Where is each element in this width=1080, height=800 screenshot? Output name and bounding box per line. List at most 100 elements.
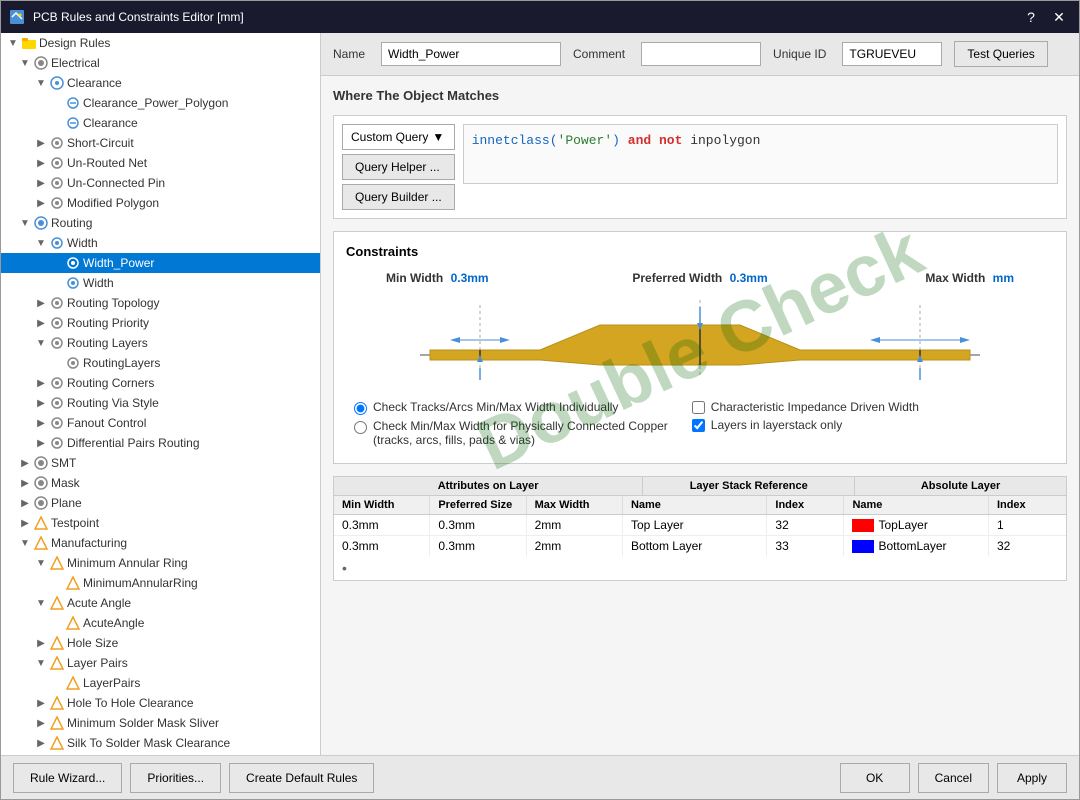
- where-controls: Custom Query ▼ Query Helper ... Query Bu…: [342, 124, 455, 210]
- tree-item-label: Routing Priority: [67, 316, 149, 330]
- tree-item-un-routed-net[interactable]: ▶ Un-Routed Net: [1, 153, 320, 173]
- rule-wizard-button[interactable]: Rule Wizard...: [13, 763, 122, 793]
- checkbox-layers-only-input[interactable]: [692, 419, 705, 432]
- tree-item-routing[interactable]: ▼ Routing: [1, 213, 320, 233]
- expand-icon[interactable]: ▶: [33, 175, 49, 191]
- tree-item-acute-angle-item[interactable]: AcuteAngle: [1, 613, 320, 633]
- tree-item-testpoint[interactable]: ▶ Testpoint: [1, 513, 320, 533]
- topology-icon: [49, 295, 65, 311]
- expand-icon[interactable]: ▶: [17, 455, 33, 471]
- corners-icon: [49, 375, 65, 391]
- bottom-bar: Rule Wizard... Priorities... Create Defa…: [1, 755, 1079, 799]
- expand-icon[interactable]: ▶: [17, 515, 33, 531]
- expand-icon[interactable]: ▶: [17, 495, 33, 511]
- tree-item-hole-size[interactable]: ▶ Hole Size: [1, 633, 320, 653]
- tree-item-label: Silk To Solder Mask Clearance: [67, 736, 230, 750]
- where-section: Where The Object Matches Custom Query ▼ …: [333, 88, 1067, 219]
- unconnected-icon: [49, 175, 65, 191]
- priorities-button[interactable]: Priorities...: [130, 763, 221, 793]
- expand-icon[interactable]: ▶: [33, 135, 49, 151]
- tree-item-minimum-annular-ring-item[interactable]: MinimumAnnularRing: [1, 573, 320, 593]
- help-button[interactable]: ?: [1019, 7, 1043, 27]
- tree-item-label: AcuteAngle: [83, 616, 144, 630]
- tree-item-mask[interactable]: ▶ Mask: [1, 473, 320, 493]
- expand-icon[interactable]: ▶: [17, 475, 33, 491]
- tree-item-routing-corners[interactable]: ▶ Routing Corners: [1, 373, 320, 393]
- expand-icon[interactable]: ▶: [33, 315, 49, 331]
- expand-icon[interactable]: ▶: [33, 375, 49, 391]
- tree-item-electrical[interactable]: ▼ Electrical: [1, 53, 320, 73]
- expand-icon[interactable]: ▼: [17, 535, 33, 551]
- expand-icon[interactable]: ▶: [33, 695, 49, 711]
- tree-item-routing-priority[interactable]: ▶ Routing Priority: [1, 313, 320, 333]
- tree-item-minimum-annular-ring[interactable]: ▼ Minimum Annular Ring: [1, 553, 320, 573]
- tree-item-acute-angle[interactable]: ▼ Acute Angle: [1, 593, 320, 613]
- tree-item-layer-pairs-item[interactable]: LayerPairs: [1, 673, 320, 693]
- tree-item-width-default[interactable]: Width: [1, 273, 320, 293]
- tree-item-routing-layers-item[interactable]: RoutingLayers: [1, 353, 320, 373]
- apply-button[interactable]: Apply: [997, 763, 1067, 793]
- tree-item-clearance-power-polygon[interactable]: Clearance_Power_Polygon: [1, 93, 320, 113]
- main-content: ▼ Design Rules ▼ Electrical: [1, 33, 1079, 755]
- tree-item-minimum-solder-mask-sliver[interactable]: ▶ Minimum Solder Mask Sliver: [1, 713, 320, 733]
- tree-item-layer-pairs[interactable]: ▼ Layer Pairs: [1, 653, 320, 673]
- tree-scroll[interactable]: ▼ Design Rules ▼ Electrical: [1, 33, 320, 755]
- preferred-width-label-area: Preferred Width 0.3mm: [632, 271, 767, 285]
- tree-item-routing-via-style[interactable]: ▶ Routing Via Style: [1, 393, 320, 413]
- rule-icon: [65, 95, 81, 111]
- expand-icon[interactable]: ▼: [33, 655, 49, 671]
- tree-item-width-power[interactable]: Width_Power: [1, 253, 320, 273]
- expand-icon[interactable]: ▼: [33, 335, 49, 351]
- expand-icon[interactable]: ▶: [33, 155, 49, 171]
- expand-icon[interactable]: ▼: [33, 75, 49, 91]
- test-queries-button[interactable]: Test Queries: [954, 41, 1047, 67]
- tree-item-plane[interactable]: ▶ Plane: [1, 493, 320, 513]
- tree-item-silk-to-solder-mask-clearance[interactable]: ▶ Silk To Solder Mask Clearance: [1, 733, 320, 753]
- comment-input[interactable]: [641, 42, 761, 66]
- expand-icon[interactable]: ▼: [33, 235, 49, 251]
- tree-item-modified-polygon[interactable]: ▶ Modified Polygon: [1, 193, 320, 213]
- expand-icon[interactable]: ▶: [33, 735, 49, 751]
- expand-icon[interactable]: ▶: [33, 295, 49, 311]
- tree-item-fanout-control[interactable]: ▶ Fanout Control: [1, 413, 320, 433]
- custom-query-dropdown[interactable]: Custom Query ▼: [342, 124, 455, 150]
- name-input[interactable]: [381, 42, 561, 66]
- tree-item-clearance[interactable]: Clearance: [1, 113, 320, 133]
- tree-item-smt[interactable]: ▶ SMT: [1, 453, 320, 473]
- width-icon: [49, 235, 65, 251]
- expand-icon[interactable]: ▼: [5, 35, 21, 51]
- expand-icon[interactable]: ▼: [33, 595, 49, 611]
- tree-item-width-group[interactable]: ▼ Width: [1, 233, 320, 253]
- tree-item-design-rules[interactable]: ▼ Design Rules: [1, 33, 320, 53]
- expand-icon[interactable]: ▶: [33, 635, 49, 651]
- tree-item-differential-pairs[interactable]: ▶ Differential Pairs Routing: [1, 433, 320, 453]
- tree-item-silk-to-silk-clearance[interactable]: ▶ Silk To Silk Clearance: [1, 753, 320, 755]
- radio-check-connected[interactable]: [354, 421, 367, 434]
- expand-icon[interactable]: ▶: [33, 415, 49, 431]
- query-helper-button[interactable]: Query Helper ...: [342, 154, 455, 180]
- expand-icon[interactable]: ▼: [33, 555, 49, 571]
- query-builder-button[interactable]: Query Builder ...: [342, 184, 455, 210]
- electrical-icon: [33, 55, 49, 71]
- sub-header-abs-index: Index: [989, 496, 1066, 514]
- expand-icon[interactable]: ▶: [33, 395, 49, 411]
- tree-item-short-circuit[interactable]: ▶ Short-Circuit: [1, 133, 320, 153]
- tree-item-routing-layers[interactable]: ▼ Routing Layers: [1, 333, 320, 353]
- expand-icon[interactable]: ▶: [33, 715, 49, 731]
- radio-check-individual[interactable]: [354, 402, 367, 415]
- tree-item-hole-to-hole-clearance[interactable]: ▶ Hole To Hole Clearance: [1, 693, 320, 713]
- uid-input[interactable]: [842, 42, 942, 66]
- checkbox-impedance-input[interactable]: [692, 401, 705, 414]
- cancel-button[interactable]: Cancel: [918, 763, 989, 793]
- close-button[interactable]: ✕: [1047, 7, 1071, 27]
- expand-icon[interactable]: ▶: [33, 195, 49, 211]
- tree-item-routing-topology[interactable]: ▶ Routing Topology: [1, 293, 320, 313]
- expand-icon[interactable]: ▶: [33, 435, 49, 451]
- expand-icon[interactable]: ▼: [17, 215, 33, 231]
- tree-item-clearance-group[interactable]: ▼ Clearance: [1, 73, 320, 93]
- expand-icon[interactable]: ▼: [17, 55, 33, 71]
- tree-item-un-connected-pin[interactable]: ▶ Un-Connected Pin: [1, 173, 320, 193]
- create-defaults-button[interactable]: Create Default Rules: [229, 763, 374, 793]
- ok-button[interactable]: OK: [840, 763, 910, 793]
- tree-item-manufacturing[interactable]: ▼ Manufacturing: [1, 533, 320, 553]
